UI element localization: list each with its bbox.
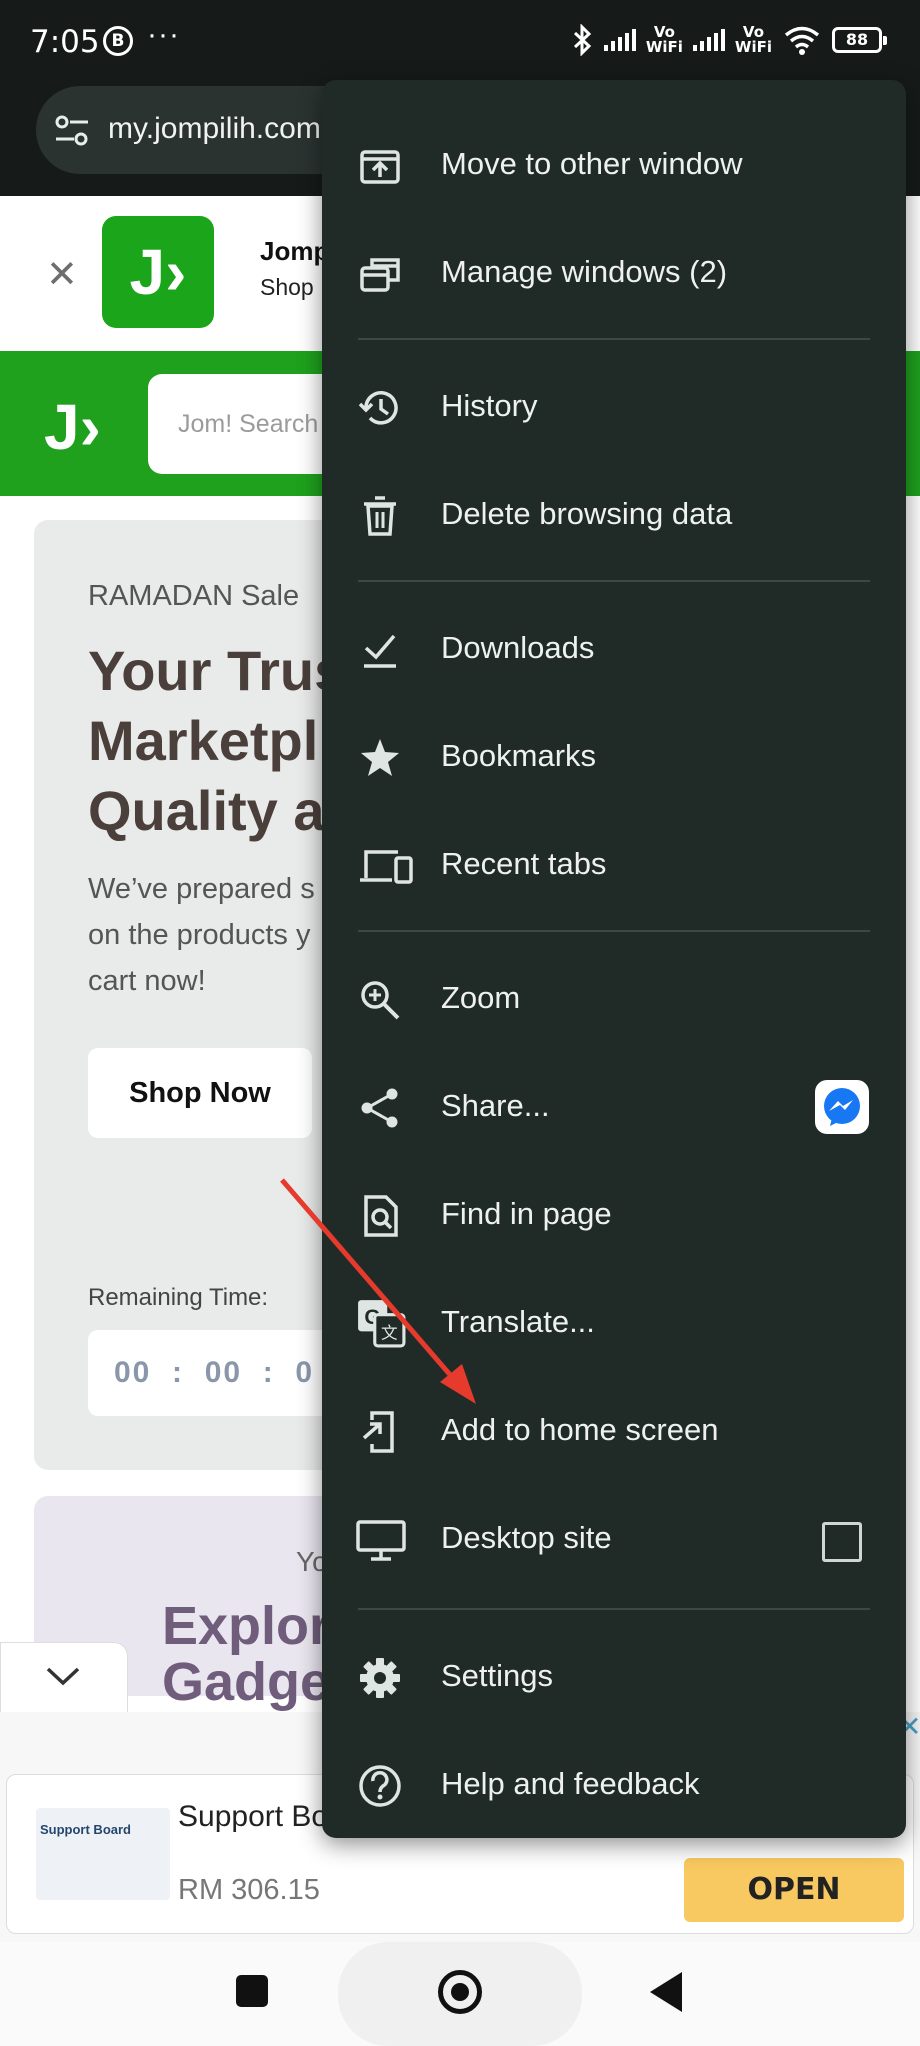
red-annotation-arrow: [280, 1178, 476, 1404]
